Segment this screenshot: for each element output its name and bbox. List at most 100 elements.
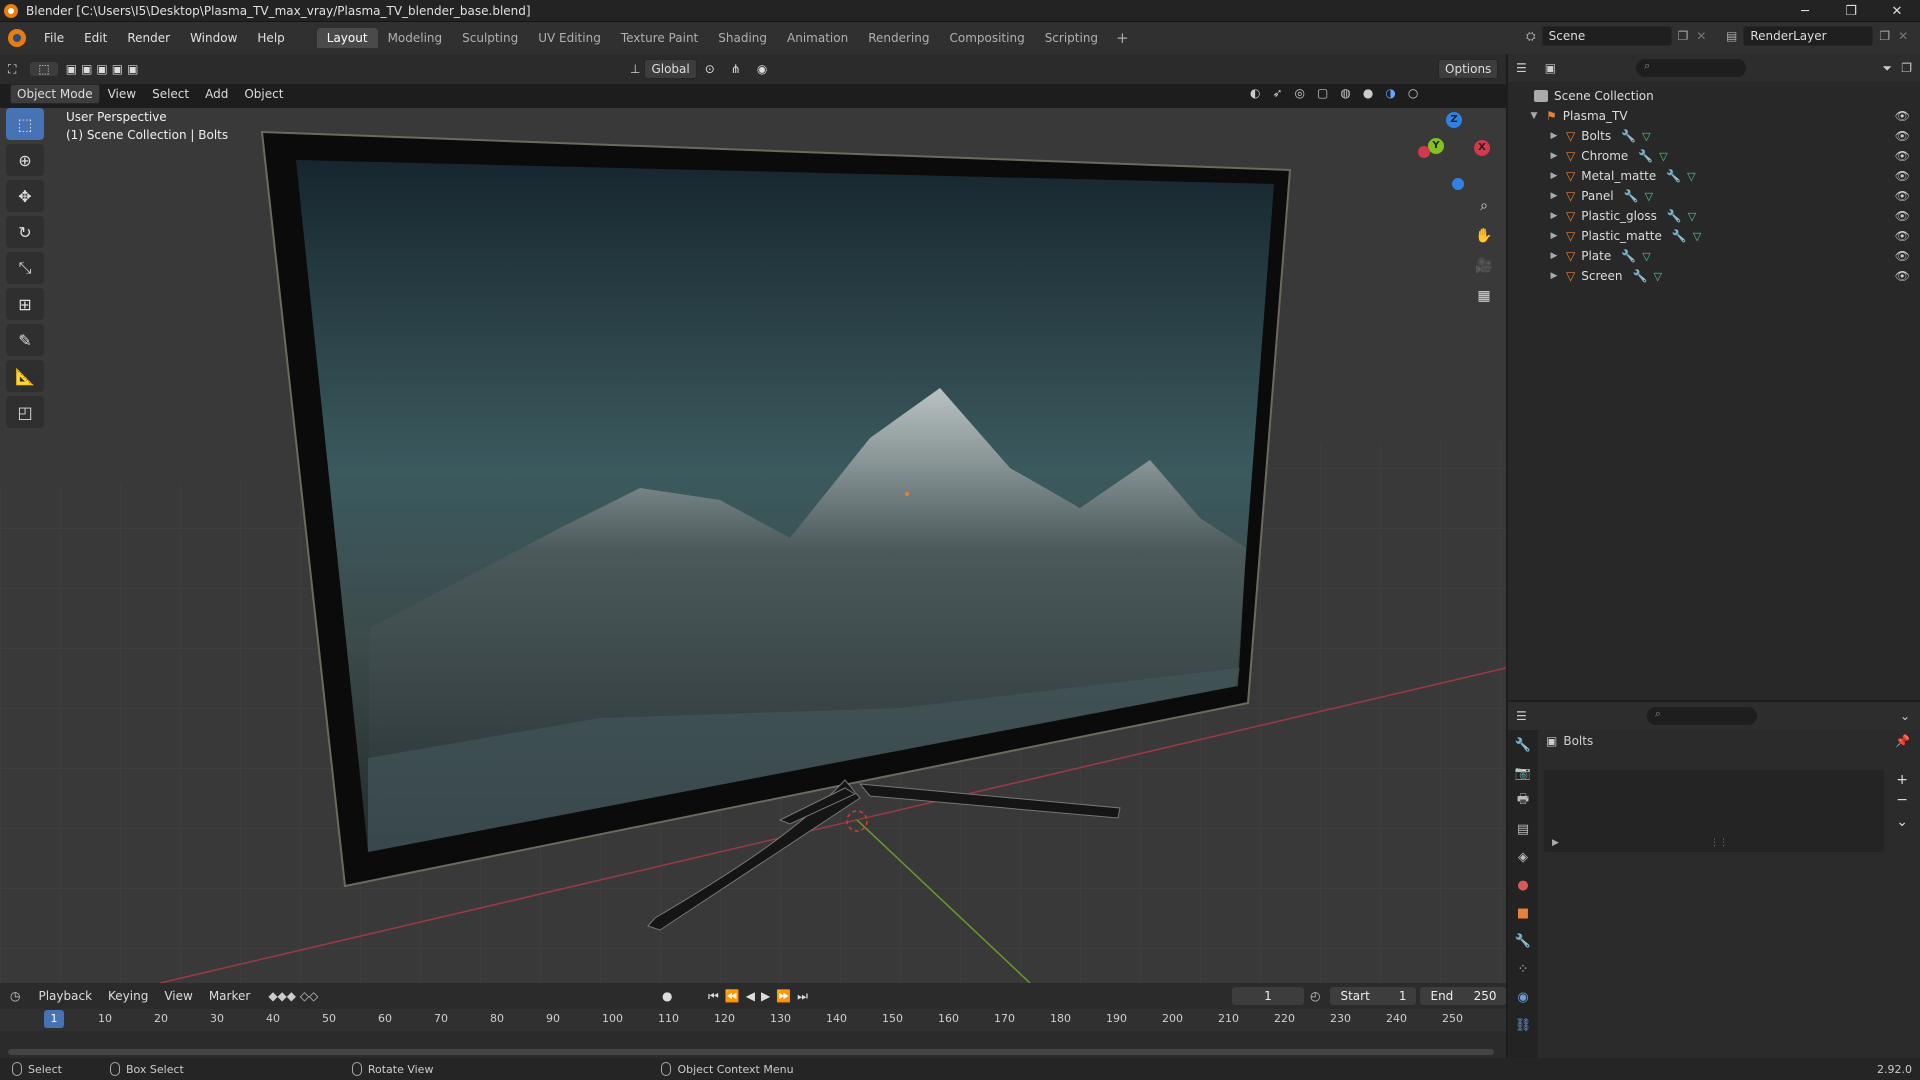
- solid-shading-icon[interactable]: ●: [1363, 86, 1373, 100]
- viewport-menu-select[interactable]: Select: [144, 87, 197, 101]
- gizmo-x-axis[interactable]: X: [1474, 140, 1490, 156]
- selection-mode-icons[interactable]: ▣▣▣▣▣: [58, 62, 151, 76]
- orientation-dropdown[interactable]: Global: [644, 59, 697, 79]
- menu-marker[interactable]: Marker: [201, 989, 258, 1003]
- pin-icon[interactable]: 📌: [1895, 734, 1910, 748]
- playback-controls[interactable]: ⏮⏪◀▶⏩⏭: [708, 989, 814, 1004]
- outliner-editor-icon[interactable]: ☰: [1516, 61, 1527, 75]
- modifier-icon[interactable]: 🔧: [1624, 189, 1639, 203]
- pan-hand-icon[interactable]: ✋: [1470, 222, 1498, 250]
- output-tab-icon[interactable]: 🖶: [1510, 788, 1536, 814]
- constraints-tab-icon[interactable]: ⛓: [1510, 1012, 1536, 1038]
- menu-edit[interactable]: Edit: [74, 31, 117, 45]
- expand-arrow-icon[interactable]: ▶: [1548, 231, 1560, 241]
- menu-file[interactable]: File: [34, 31, 74, 45]
- menu-render[interactable]: Render: [117, 31, 180, 45]
- visibility-eye-icon[interactable]: 👁: [1895, 109, 1910, 123]
- move-tool-icon[interactable]: ✥: [6, 180, 44, 212]
- end-frame-field[interactable]: End 250: [1420, 987, 1507, 1005]
- visibility-icon[interactable]: ◐: [1250, 86, 1260, 100]
- editor-type-icon[interactable]: ⛶: [0, 62, 24, 77]
- visibility-eye-icon[interactable]: 👁: [1895, 189, 1910, 203]
- modifier-icon[interactable]: 🔧: [1633, 269, 1648, 283]
- tool-tab-icon[interactable]: 🔧: [1510, 732, 1536, 758]
- expand-arrow-icon[interactable]: ▶: [1548, 171, 1560, 181]
- snap-icon[interactable]: ⋔: [723, 62, 749, 76]
- mesh-data-icon[interactable]: ▽: [1693, 230, 1701, 243]
- keyframe-icons[interactable]: ◆◆◆ ◇◇: [268, 989, 318, 1003]
- options-dropdown[interactable]: Options: [1438, 59, 1499, 79]
- mesh-data-icon[interactable]: ▽: [1642, 250, 1650, 263]
- expand-arrow-icon[interactable]: ▼: [1528, 111, 1540, 121]
- expand-arrow-icon[interactable]: ▶: [1548, 151, 1560, 161]
- rotate-tool-icon[interactable]: ↻: [6, 216, 44, 248]
- gizmo-y-axis[interactable]: Y: [1428, 138, 1444, 154]
- view-layer-field[interactable]: RenderLayer: [1743, 26, 1874, 46]
- visibility-eye-icon[interactable]: 👁: [1895, 129, 1910, 143]
- tab-rendering[interactable]: Rendering: [858, 28, 939, 48]
- mesh-data-icon[interactable]: ▽: [1659, 150, 1667, 163]
- tab-compositing[interactable]: Compositing: [939, 28, 1034, 48]
- tree-row-object[interactable]: ▶ ▽ Plastic_matte 🔧 ▽ 👁: [1508, 226, 1920, 246]
- camera-view-icon[interactable]: 🎥: [1470, 252, 1498, 280]
- maximize-button[interactable]: ❐: [1828, 0, 1874, 22]
- viewport-menu-view[interactable]: View: [100, 87, 144, 101]
- menu-timeline-view[interactable]: View: [156, 989, 200, 1003]
- modifier-icon[interactable]: 🔧: [1621, 249, 1636, 263]
- visibility-eye-icon[interactable]: 👁: [1895, 229, 1910, 243]
- expand-arrow-icon[interactable]: ▶: [1548, 271, 1560, 281]
- tab-shading[interactable]: Shading: [708, 28, 777, 48]
- proportional-edit-icon[interactable]: ◉: [749, 62, 775, 76]
- tree-row-object[interactable]: ▶ ▽ Metal_matte 🔧 ▽ 👁: [1508, 166, 1920, 186]
- delete-view-layer-icon[interactable]: ✕: [1898, 29, 1908, 43]
- tree-row-object[interactable]: ▶ ▽ Bolts 🔧 ▽ 👁: [1508, 126, 1920, 146]
- add-cube-tool-icon[interactable]: ◰: [6, 396, 44, 428]
- menu-help[interactable]: Help: [247, 31, 294, 45]
- gizmo-neg-x[interactable]: [1418, 146, 1430, 158]
- annotate-tool-icon[interactable]: ✎: [6, 324, 44, 356]
- properties-search[interactable]: ⌕: [1646, 707, 1757, 725]
- tab-sculpting[interactable]: Sculpting: [452, 28, 528, 48]
- add-workspace-button[interactable]: +: [1108, 29, 1137, 47]
- mesh-data-icon[interactable]: ▽: [1653, 270, 1661, 283]
- scene-tab-icon[interactable]: ◈: [1510, 844, 1536, 870]
- 3d-viewport[interactable]: [0, 108, 1506, 983]
- close-button[interactable]: ✕: [1874, 0, 1920, 22]
- render-tab-icon[interactable]: 📷: [1510, 760, 1536, 786]
- tab-animation[interactable]: Animation: [777, 28, 858, 48]
- cursor-tool-icon[interactable]: ⊕: [6, 144, 44, 176]
- start-frame-field[interactable]: Start 1: [1330, 987, 1417, 1005]
- viewport-menu-object[interactable]: Object: [236, 87, 291, 101]
- modifier-icon[interactable]: 🔧: [1672, 229, 1687, 243]
- new-scene-icon[interactable]: ❐: [1678, 29, 1689, 43]
- record-icon[interactable]: ●: [662, 989, 672, 1003]
- add-slot-button[interactable]: +: [1896, 772, 1908, 788]
- menu-keying[interactable]: Keying: [100, 989, 156, 1003]
- object-mode-dropdown[interactable]: Object Mode: [10, 84, 100, 104]
- tree-row-plasma-tv[interactable]: ▼ ⚑ Plasma_TV 👁: [1508, 106, 1920, 126]
- new-collection-icon[interactable]: ❐: [1901, 61, 1912, 75]
- expand-arrow-icon[interactable]: ▶: [1548, 191, 1560, 201]
- tree-row-object[interactable]: ▶ ▽ Plastic_gloss 🔧 ▽ 👁: [1508, 206, 1920, 226]
- transform-tool-icon[interactable]: ⊞: [6, 288, 44, 320]
- expand-arrow-icon[interactable]: ▶: [1548, 251, 1560, 261]
- tab-layout[interactable]: Layout: [316, 28, 378, 48]
- modifier-icon[interactable]: 🔧: [1638, 149, 1653, 163]
- modifier-icon[interactable]: 🔧: [1667, 209, 1682, 223]
- tab-texture-paint[interactable]: Texture Paint: [611, 28, 708, 48]
- visibility-eye-icon[interactable]: 👁: [1895, 269, 1910, 283]
- slot-specials-button[interactable]: ⌄: [1896, 814, 1908, 830]
- minimize-button[interactable]: ─: [1782, 0, 1828, 22]
- clock-icon[interactable]: ◴: [1310, 989, 1320, 1003]
- new-view-layer-icon[interactable]: ❐: [1879, 29, 1890, 43]
- tab-uv-editing[interactable]: UV Editing: [528, 28, 611, 48]
- outliner-search[interactable]: ⌕: [1636, 59, 1747, 77]
- select-tool-icon[interactable]: ⬚: [30, 62, 58, 76]
- scene-field[interactable]: Scene: [1541, 26, 1672, 46]
- tree-row-object[interactable]: ▶ ▽ Panel 🔧 ▽ 👁: [1508, 186, 1920, 206]
- tab-modeling[interactable]: Modeling: [378, 28, 453, 48]
- timeline-editor-icon[interactable]: ◷: [10, 989, 20, 1003]
- menu-window[interactable]: Window: [180, 31, 247, 45]
- current-frame-field[interactable]: 1: [1232, 987, 1304, 1005]
- overlay-toggle-icon[interactable]: ◎: [1295, 86, 1305, 100]
